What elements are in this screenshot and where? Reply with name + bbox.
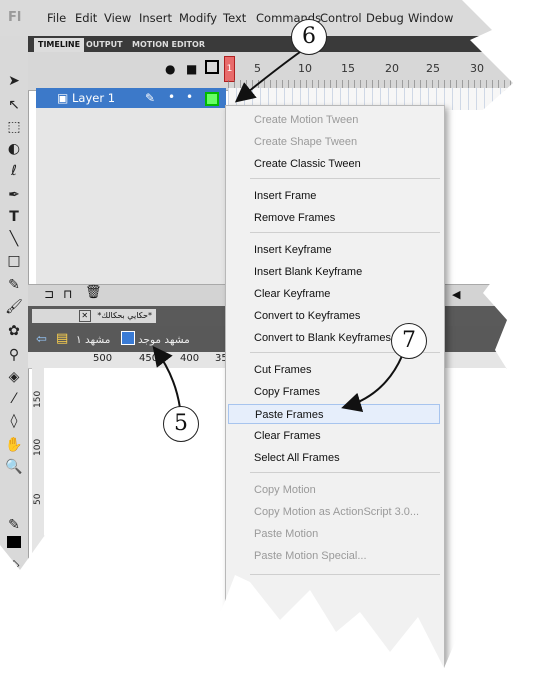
screenshot-area: Fl File Edit View Insert Modify Text Com… (0, 0, 528, 668)
callout-5: 5 (163, 406, 199, 442)
callout-6: 6 (291, 19, 327, 55)
callout-7: 7 (391, 323, 427, 359)
annotation-arrows (152, 51, 403, 412)
fill-color-swatch[interactable] (7, 576, 21, 588)
arrow-to-edit-bar (152, 345, 181, 409)
arrow-to-paste-frames (341, 355, 403, 412)
arrow-to-frame-1 (234, 51, 301, 103)
